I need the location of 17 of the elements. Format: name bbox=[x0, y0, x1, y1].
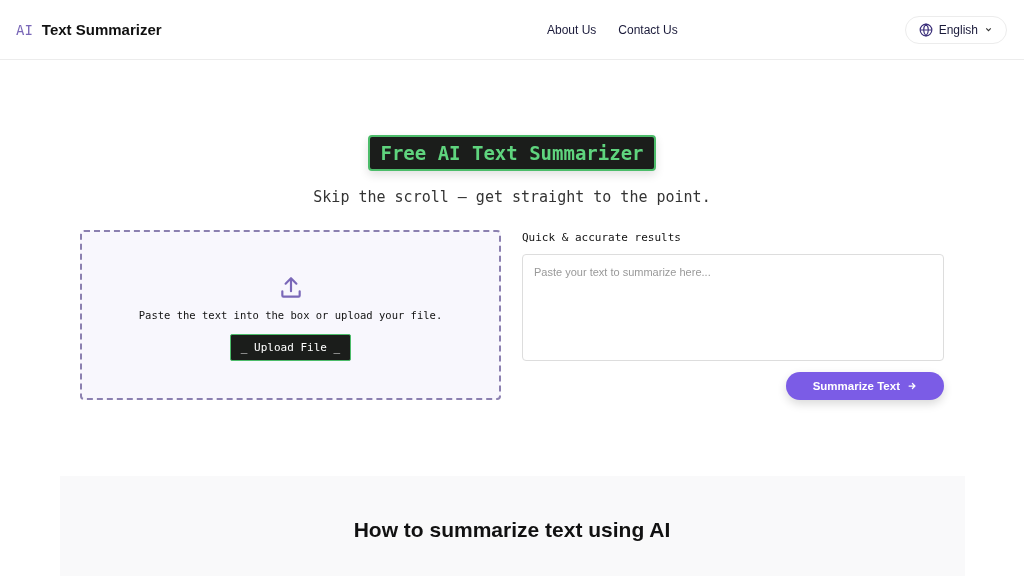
text-input-field[interactable]: Paste your text to summarize here... bbox=[522, 254, 944, 361]
section-heading: How to summarize text using AI bbox=[353, 518, 671, 543]
globe-icon bbox=[918, 22, 933, 37]
brand-name: Text Summarizer bbox=[41, 21, 162, 38]
arrow-right-icon bbox=[907, 381, 917, 391]
summarize-button[interactable]: Summarize Text bbox=[785, 372, 944, 400]
input-label: Quick & accurate results bbox=[522, 231, 682, 244]
upload-file-button[interactable]: _ Upload File _ bbox=[229, 334, 352, 361]
nav-link[interactable]: Contact Us bbox=[618, 22, 678, 37]
language-selector[interactable]: English bbox=[904, 15, 1007, 44]
hero-title: Free AI Text Summarizer bbox=[368, 135, 656, 171]
hero-subtitle: Skip the scroll — get straight to the point. bbox=[313, 188, 711, 206]
logo-mark: AI bbox=[16, 21, 33, 38]
upload-dropzone[interactable]: Paste the text into the box or upload your file. _ Upload File _ bbox=[80, 230, 501, 400]
chevron-down-icon bbox=[984, 25, 993, 34]
upload-instruction: Paste the text into the box or upload your file. bbox=[138, 309, 443, 321]
nav-link[interactable]: About Us bbox=[546, 22, 597, 37]
